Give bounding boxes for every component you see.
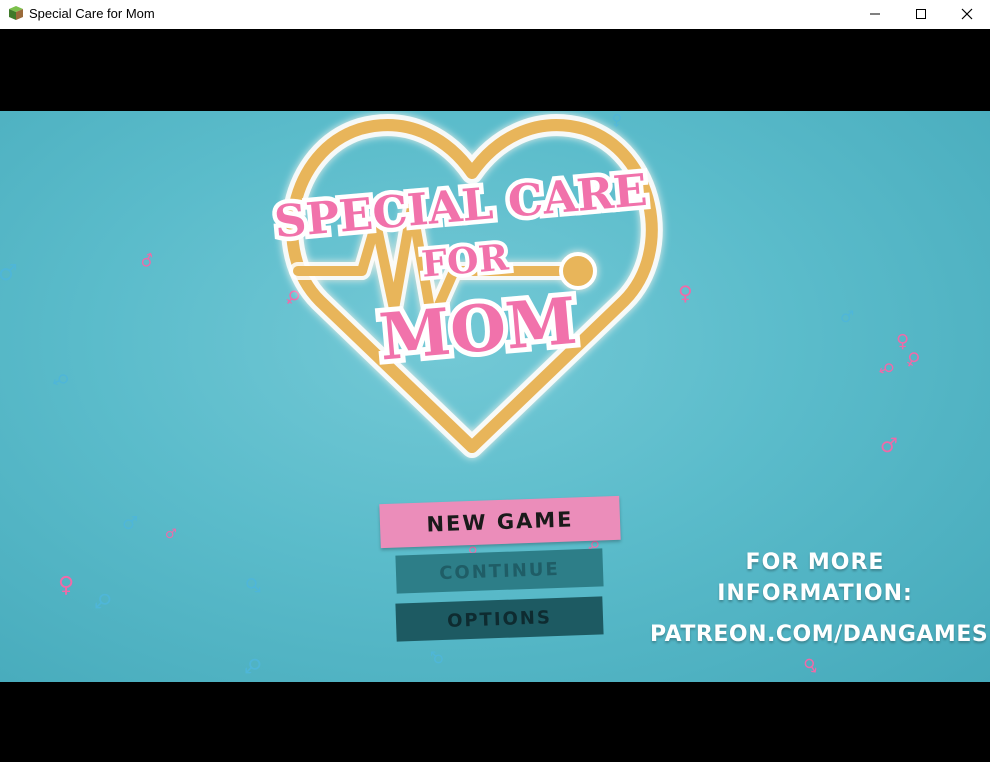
maximize-icon	[916, 9, 926, 19]
window-titlebar: Special Care for Mom	[0, 0, 990, 29]
minimize-icon	[870, 13, 880, 15]
letterbox-bottom	[0, 682, 990, 762]
info-line-1: FOR MORE	[745, 550, 885, 575]
patreon-link[interactable]: PATREON.COM/DANGAMES	[650, 622, 988, 647]
game-cube-icon	[9, 6, 23, 20]
options-button[interactable]: OPTIONS	[395, 596, 604, 642]
logo-line-2: FOR	[420, 236, 511, 286]
maximize-button[interactable]	[898, 0, 944, 29]
close-icon	[961, 8, 973, 20]
title-screen: ♂ ♂ ♀ ♂ ♂ ♂ ♀ ♂ ♂ ♂ ♀ ♂ ♀ ♀ ♂ ♂ ♂ ♂ ♂ ♀ …	[0, 111, 990, 682]
new-game-button[interactable]: NEW GAME	[379, 495, 621, 549]
letterbox-top	[0, 29, 990, 111]
close-button[interactable]	[944, 0, 990, 29]
info-line-2: INFORMATION:	[717, 581, 913, 606]
continue-button[interactable]: CONTINUE	[395, 548, 604, 594]
minimize-button[interactable]	[852, 0, 898, 29]
window-title: Special Care for Mom	[29, 6, 155, 21]
logo-line-1: SPECIAL CARE	[272, 165, 649, 248]
